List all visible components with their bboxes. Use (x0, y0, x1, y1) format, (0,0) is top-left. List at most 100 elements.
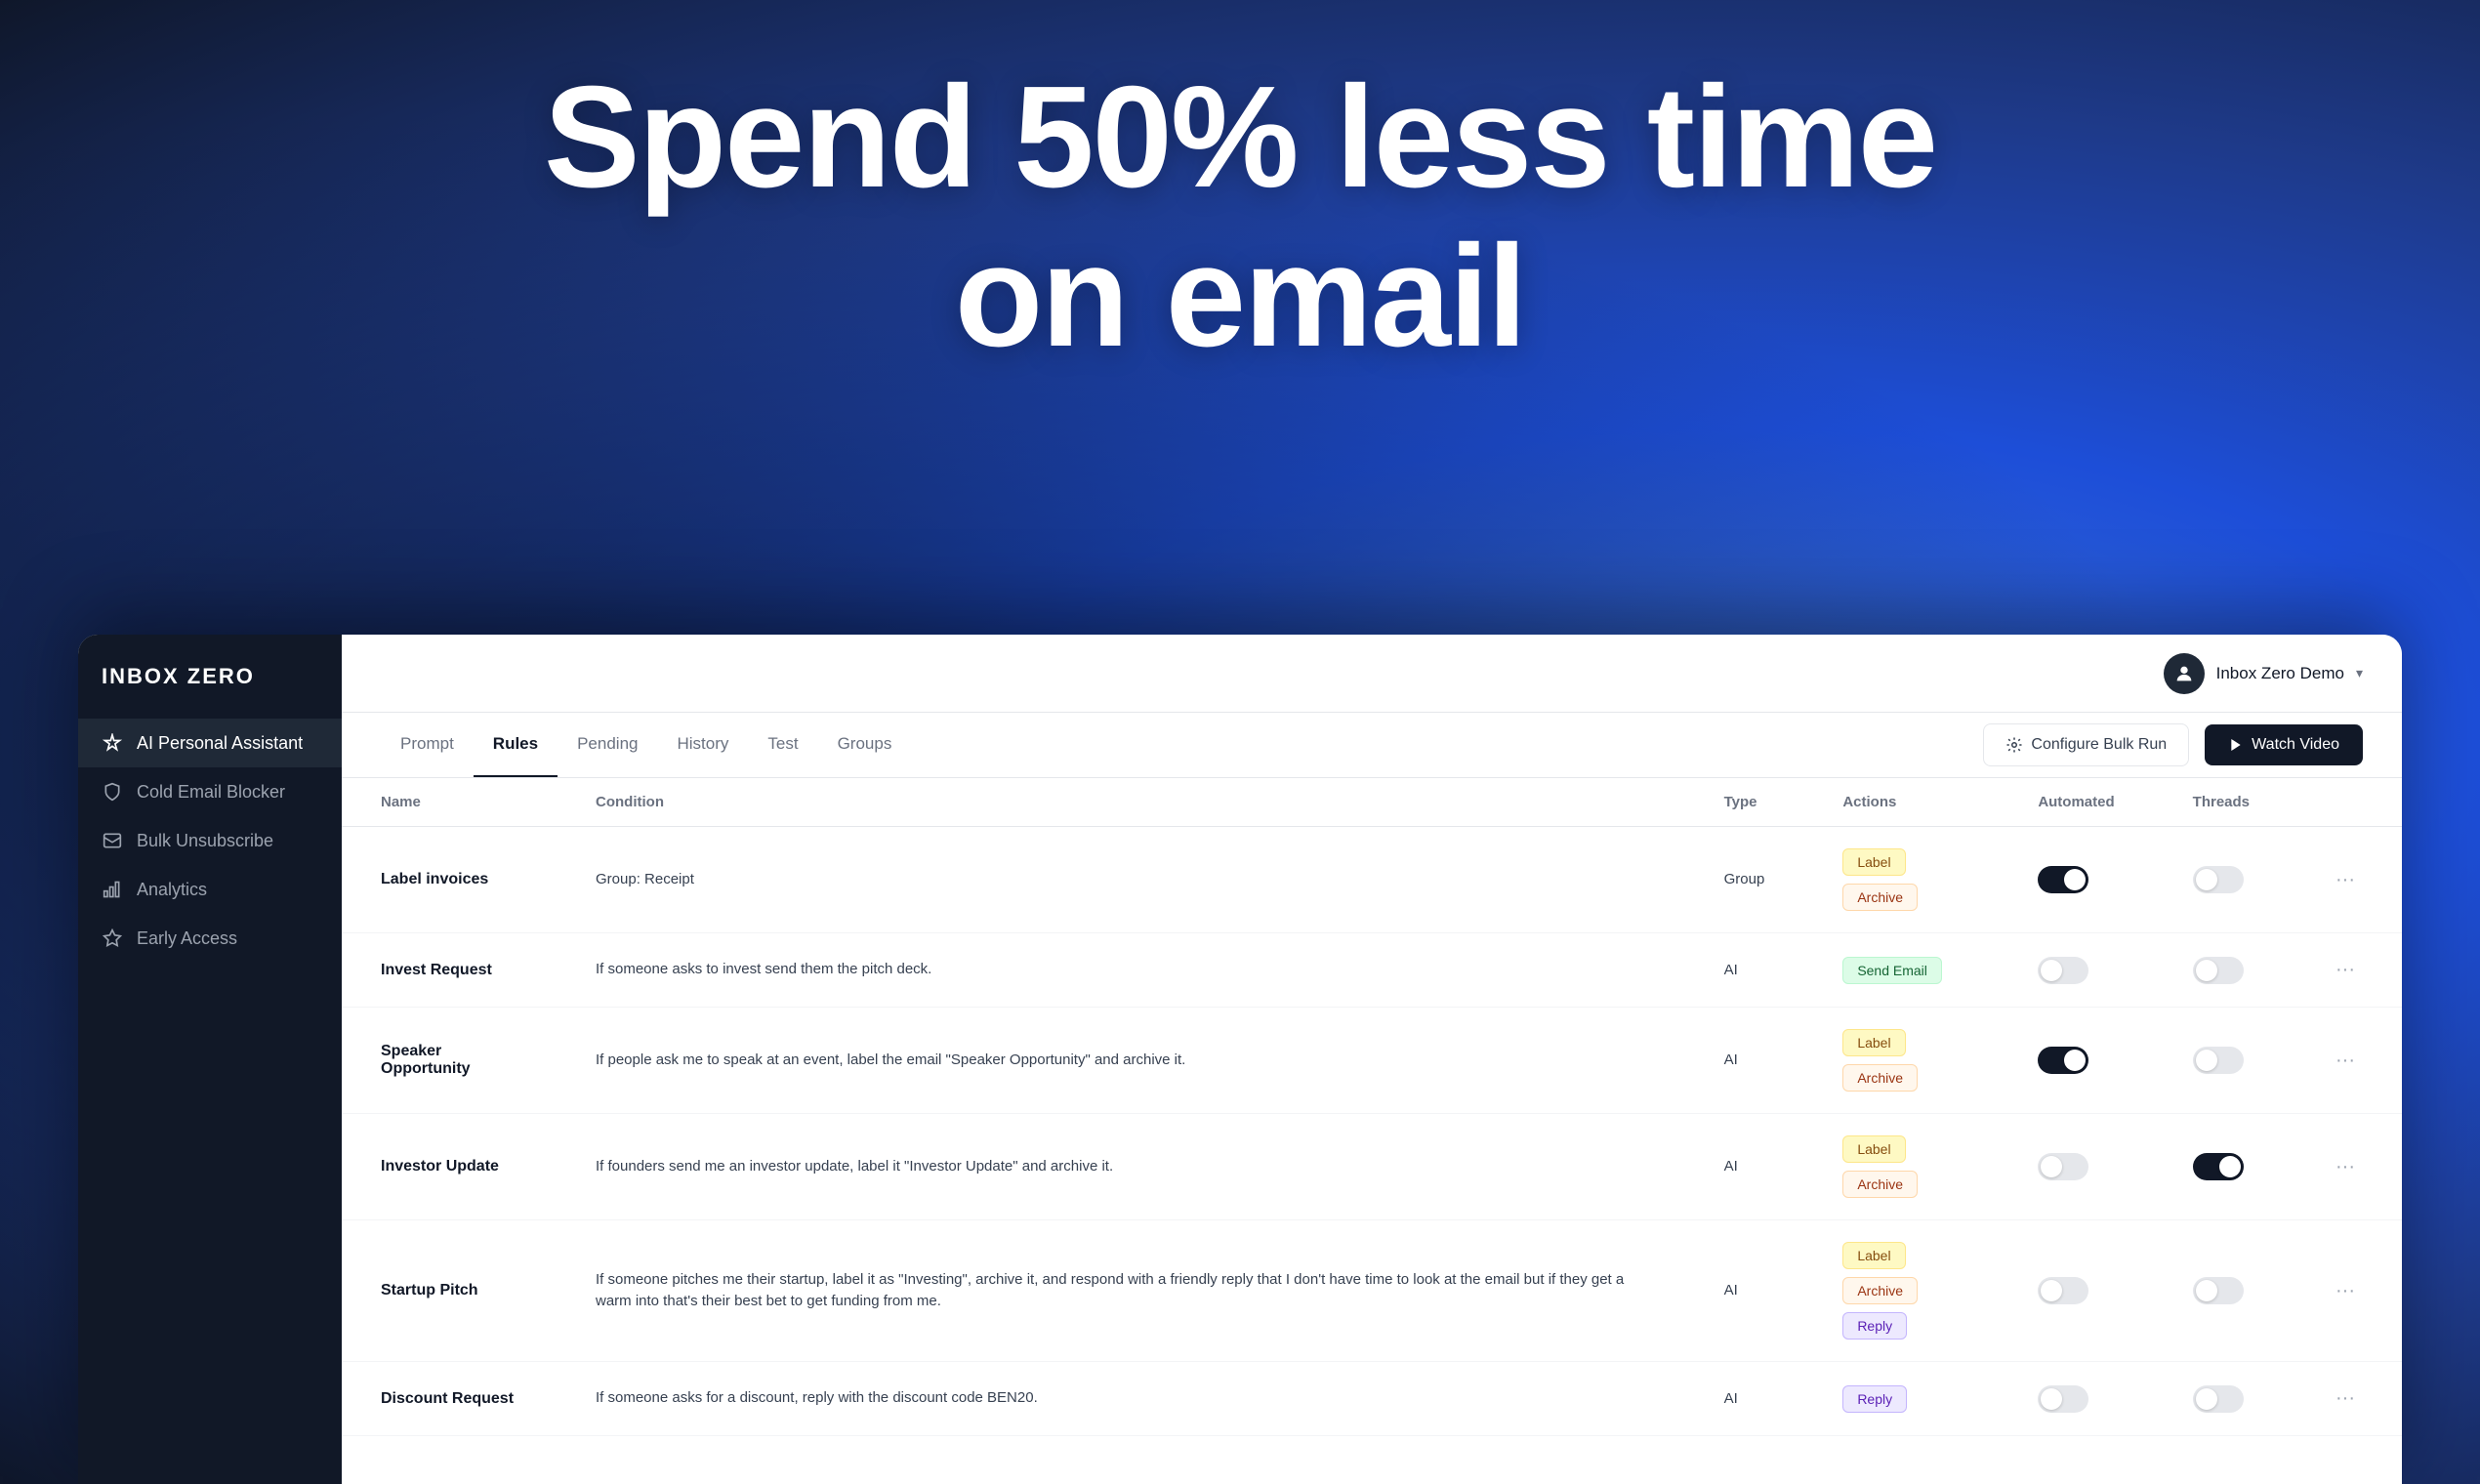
rule-condition: If someone asks for a discount, reply wi… (596, 1389, 1038, 1406)
tab-test[interactable]: Test (748, 713, 817, 777)
main-content: Inbox Zero Demo ▾ Prompt Rules Pending H… (342, 635, 2402, 1484)
col-header-threads: Threads (2154, 778, 2289, 827)
rule-condition-cell: Group: Receipt (557, 827, 1685, 933)
action-badge-label[interactable]: Label (1842, 1242, 1905, 1269)
tab-groups[interactable]: Groups (818, 713, 912, 777)
automated-toggle[interactable] (2038, 1277, 2088, 1304)
rule-name-cell: Startup Pitch (342, 1220, 557, 1362)
action-badge-reply[interactable]: Reply (1842, 1312, 1907, 1340)
rule-automated-cell (1999, 1362, 2153, 1436)
rule-name-cell: Discount Request (342, 1362, 557, 1436)
action-badge-archive[interactable]: Archive (1842, 884, 1918, 911)
action-badge-archive[interactable]: Archive (1842, 1277, 1918, 1304)
chart-icon (102, 879, 123, 900)
tab-pending[interactable]: Pending (558, 713, 657, 777)
sidebar: INBOX ZERO AI Personal Assistant Cold Em… (78, 635, 342, 1484)
threads-toggle[interactable] (2193, 866, 2244, 893)
rule-actions-cell: Label Archive (1803, 1114, 1999, 1220)
sidebar-item-ai-assistant[interactable]: AI Personal Assistant (78, 719, 342, 767)
rules-table-container: Name Condition Type Actions Automated Th… (342, 778, 2402, 1484)
hero-section: Spend 50% less time on email (0, 59, 2480, 377)
user-menu[interactable]: Inbox Zero Demo ▾ (2164, 653, 2363, 694)
more-menu-button[interactable]: ··· (2328, 865, 2363, 895)
sidebar-item-early-access[interactable]: Early Access (78, 914, 342, 963)
action-badge-label[interactable]: Label (1842, 848, 1905, 876)
rule-type: AI (1724, 1390, 1738, 1407)
mail-icon (102, 830, 123, 851)
sidebar-item-cold-email[interactable]: Cold Email Blocker (78, 767, 342, 816)
rule-condition: If founders send me an investor update, … (596, 1158, 1113, 1175)
rule-condition-cell: If founders send me an investor update, … (557, 1114, 1685, 1220)
more-menu-button[interactable]: ··· (2328, 1383, 2363, 1414)
rule-actions-cell: Label Archive (1803, 827, 1999, 933)
more-menu-button[interactable]: ··· (2328, 1276, 2363, 1306)
sidebar-item-bulk-unsubscribe[interactable]: Bulk Unsubscribe (78, 816, 342, 865)
rule-condition: Group: Receipt (596, 871, 694, 887)
tab-history[interactable]: History (657, 713, 748, 777)
automated-toggle[interactable] (2038, 957, 2088, 984)
chevron-down-icon: ▾ (2356, 665, 2363, 681)
threads-toggle[interactable] (2193, 1153, 2244, 1180)
threads-toggle[interactable] (2193, 1277, 2244, 1304)
automated-toggle[interactable] (2038, 1153, 2088, 1180)
col-header-actions: Actions (1803, 778, 1999, 827)
action-badge-send-email[interactable]: Send Email (1842, 957, 1942, 984)
rule-name: Startup Pitch (381, 1282, 478, 1298)
rule-more-cell: ··· (2289, 1220, 2402, 1362)
rule-automated-cell (1999, 827, 2153, 933)
col-header-more (2289, 778, 2402, 827)
rule-threads-cell (2154, 827, 2289, 933)
rules-table: Name Condition Type Actions Automated Th… (342, 778, 2402, 1436)
sparkles-icon (102, 732, 123, 754)
tab-rules[interactable]: Rules (474, 713, 558, 777)
rule-condition-cell: If someone asks for a discount, reply wi… (557, 1362, 1685, 1436)
rule-type-cell: Group (1685, 827, 1804, 933)
threads-toggle[interactable] (2193, 957, 2244, 984)
sidebar-item-label: AI Personal Assistant (137, 733, 303, 754)
table-row: Startup Pitch If someone pitches me their… (342, 1220, 2402, 1362)
more-menu-button[interactable]: ··· (2328, 955, 2363, 985)
action-badge-label[interactable]: Label (1842, 1135, 1905, 1163)
more-menu-button[interactable]: ··· (2328, 1152, 2363, 1182)
more-menu-button[interactable]: ··· (2328, 1046, 2363, 1076)
sidebar-item-label: Early Access (137, 928, 237, 949)
rule-more-cell: ··· (2289, 933, 2402, 1008)
rule-condition-cell: If someone pitches me their startup, lab… (557, 1220, 1685, 1362)
threads-toggle[interactable] (2193, 1385, 2244, 1413)
sidebar-item-label: Bulk Unsubscribe (137, 831, 273, 851)
action-badge-reply[interactable]: Reply (1842, 1385, 1907, 1413)
rule-name: Speaker Opportunity (381, 1043, 471, 1077)
play-icon (2228, 737, 2244, 753)
rule-type: AI (1724, 1282, 1738, 1298)
table-row: Invest RequestIf someone asks to invest … (342, 933, 2402, 1008)
tabs-actions: Configure Bulk Run Watch Video (1983, 723, 2363, 766)
rule-type-cell: AI (1685, 1008, 1804, 1114)
watch-video-button[interactable]: Watch Video (2205, 724, 2363, 765)
rule-type-cell: AI (1685, 1362, 1804, 1436)
table-row: Discount Request If someone asks for a di… (342, 1362, 2402, 1436)
tab-prompt[interactable]: Prompt (381, 713, 474, 777)
col-header-automated: Automated (1999, 778, 2153, 827)
rule-actions-cell: Label Archive (1803, 1008, 1999, 1114)
action-badge-label[interactable]: Label (1842, 1029, 1905, 1056)
action-badge-archive[interactable]: Archive (1842, 1064, 1918, 1092)
table-row: Speaker Opportunity If people ask me to s… (342, 1008, 2402, 1114)
automated-toggle[interactable] (2038, 1047, 2088, 1074)
sidebar-logo: INBOX ZERO (78, 664, 342, 719)
sidebar-item-analytics[interactable]: Analytics (78, 865, 342, 914)
rule-type-cell: AI (1685, 1220, 1804, 1362)
top-bar: Inbox Zero Demo ▾ (342, 635, 2402, 713)
configure-bulk-run-button[interactable]: Configure Bulk Run (1983, 723, 2189, 766)
rule-condition-cell: If people ask me to speak at an event, l… (557, 1008, 1685, 1114)
user-avatar (2164, 653, 2205, 694)
rule-type: Group (1724, 871, 1765, 887)
rule-actions-cell: Label Archive Reply (1803, 1220, 1999, 1362)
rule-type-cell: AI (1685, 1114, 1804, 1220)
automated-toggle[interactable] (2038, 1385, 2088, 1413)
automated-toggle[interactable] (2038, 866, 2088, 893)
action-badge-archive[interactable]: Archive (1842, 1171, 1918, 1198)
rule-more-cell: ··· (2289, 1362, 2402, 1436)
table-row: Investor UpdateIf founders send me an in… (342, 1114, 2402, 1220)
rule-type: AI (1724, 1158, 1738, 1175)
threads-toggle[interactable] (2193, 1047, 2244, 1074)
